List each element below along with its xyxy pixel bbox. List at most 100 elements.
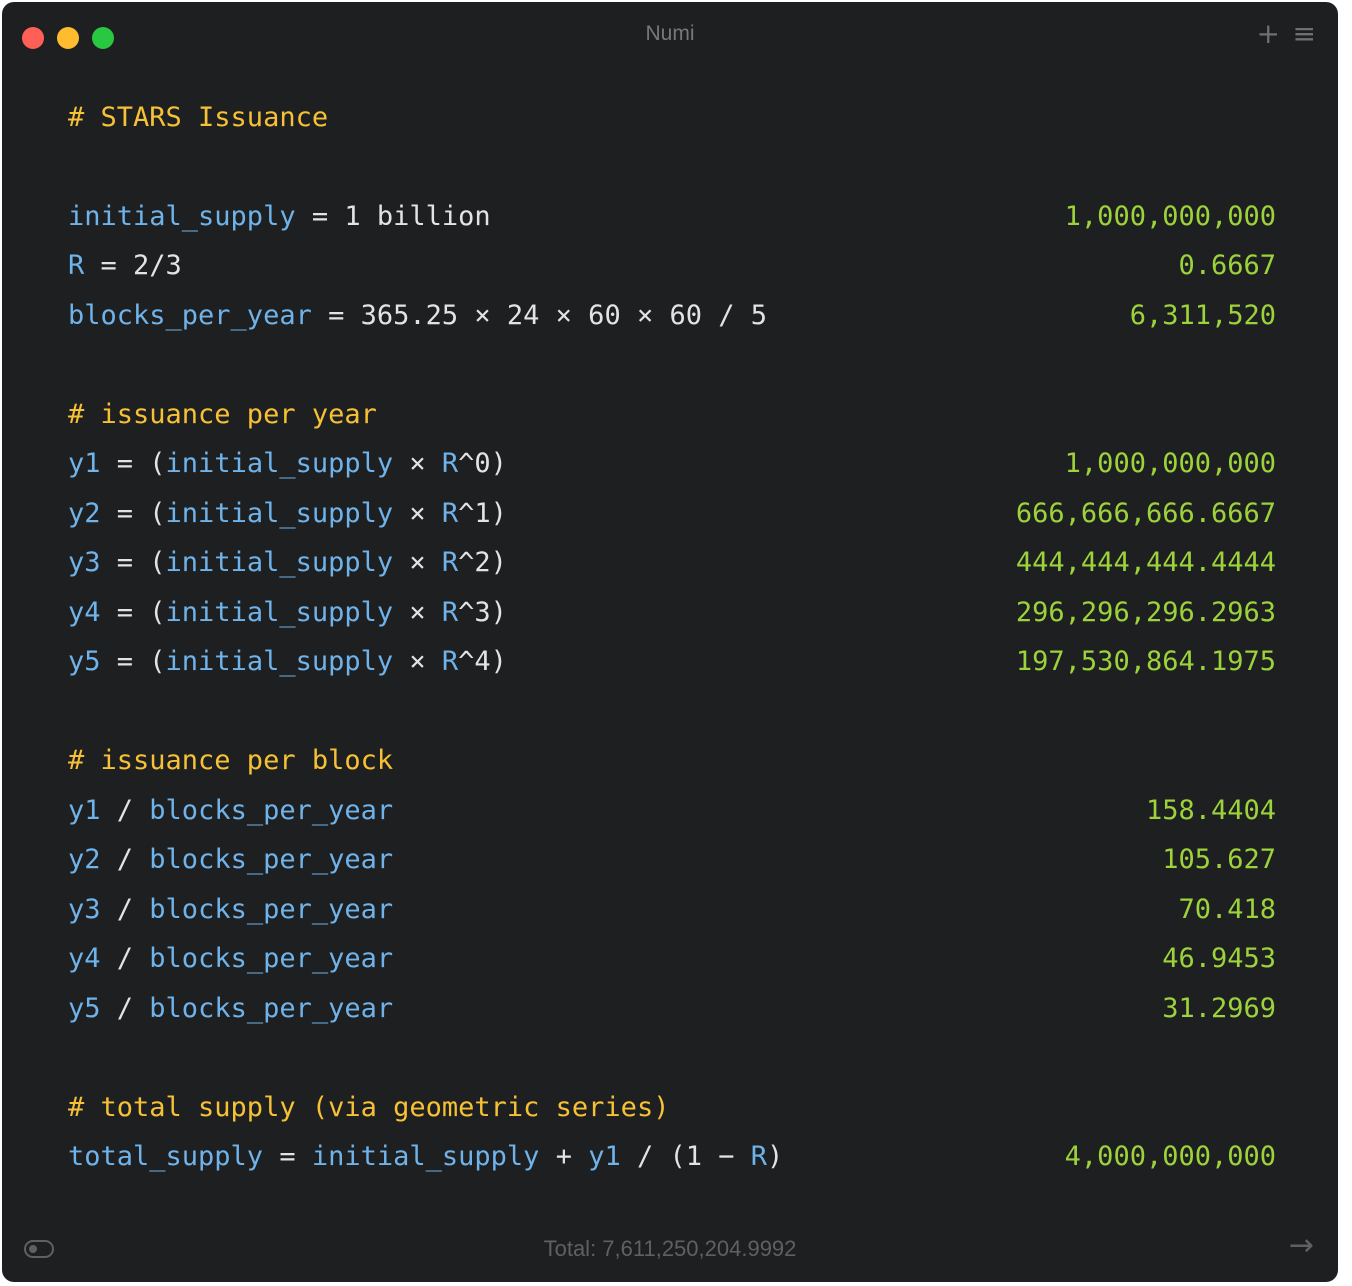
line-result[interactable]: 296,296,296.2963	[1016, 595, 1276, 631]
variable-token: y1	[68, 448, 101, 479]
line-result[interactable]: 70.418	[1178, 892, 1276, 928]
operator-token: ^0)	[458, 448, 507, 479]
line-expression: y1 / blocks_per_year	[68, 793, 393, 829]
operator-token: )	[767, 1141, 784, 1172]
editor-line[interactable]: y4 = (initial_supply × R^3) 296,296,296.2…	[68, 595, 1276, 631]
editor-line[interactable]: y4 / blocks_per_year 46.9453	[68, 941, 1276, 977]
operator-token: ^2)	[458, 547, 507, 578]
editor-line[interactable]: y5 / blocks_per_year 31.2969	[68, 991, 1276, 1027]
variable-token: initial_supply	[165, 498, 394, 529]
footer-bar: Total: 7,611,250,204.9992 →	[2, 1214, 1338, 1282]
line-result[interactable]: 158.4404	[1146, 793, 1276, 829]
line-result[interactable]: 0.6667	[1178, 248, 1276, 284]
operator-token: ×	[393, 547, 442, 578]
line-result[interactable]: 666,666,666.6667	[1016, 496, 1276, 532]
operator-token: ×	[393, 646, 442, 677]
line-expression: y3 / blocks_per_year	[68, 892, 393, 928]
window-title: Numi	[645, 22, 695, 45]
operator-token: =	[263, 1141, 312, 1172]
variable-token: y5	[68, 646, 101, 677]
operator-token: +	[539, 1141, 589, 1172]
line-expression: total_supply = initial_supply + y1 / (1 …	[68, 1139, 783, 1175]
variable-token: R	[441, 498, 459, 529]
line-expression: y4 = (initial_supply × R^3)	[68, 595, 507, 631]
editor-line[interactable]: y2 = (initial_supply × R^1) 666,666,666.6…	[68, 496, 1276, 532]
variable-token: y4	[68, 597, 101, 628]
editor-line[interactable]: initial_supply = 1 billion 1,000,000,000	[68, 199, 1276, 235]
variable-token: R	[441, 547, 459, 578]
editor-line[interactable]: R = 2/3 0.6667	[68, 248, 1276, 284]
operator-token: ×	[393, 597, 442, 628]
operator-token: / (1 −	[620, 1141, 751, 1172]
line-result[interactable]: 105.627	[1162, 842, 1276, 878]
variable-token: blocks_per_year	[149, 993, 394, 1024]
plus-icon[interactable]: +	[1257, 18, 1280, 50]
editor-line[interactable]: y1 / blocks_per_year 158.4404	[68, 793, 1276, 829]
editor-line[interactable]: y5 = (initial_supply × R^4) 197,530,864.1…	[68, 644, 1276, 680]
variable-token: y5	[68, 993, 101, 1024]
editor-line[interactable]: y2 / blocks_per_year 105.627	[68, 842, 1276, 878]
line-expression: y2 / blocks_per_year	[68, 842, 393, 878]
variable-token: blocks_per_year	[149, 795, 394, 826]
arrow-right-icon[interactable]: →	[1289, 1228, 1314, 1263]
operator-token: = (	[100, 498, 166, 529]
editor-line[interactable]: y3 = (initial_supply × R^2) 444,444,444.4…	[68, 545, 1276, 581]
editor-line[interactable]: blocks_per_year = 365.25 × 24 × 60 × 60 …	[68, 298, 1276, 334]
line-result[interactable]: 197,530,864.1975	[1016, 644, 1276, 680]
editor-line[interactable]: # total supply (via geometric series)	[68, 1090, 1276, 1126]
line-expression: # total supply (via geometric series)	[68, 1090, 669, 1126]
operator-token: ×	[393, 498, 442, 529]
editor-line[interactable]: total_supply = initial_supply + y1 / (1 …	[68, 1139, 1276, 1175]
editor-line[interactable]: # issuance per block	[68, 743, 1276, 779]
variable-token: blocks_per_year	[149, 894, 394, 925]
numi-window: Numi + ≡ # STARS Issuance initial_supply …	[2, 2, 1338, 1282]
editor-line[interactable]: y3 / blocks_per_year 70.418	[68, 892, 1276, 928]
variable-token: initial_supply	[165, 547, 394, 578]
line-result[interactable]: 444,444,444.4444	[1016, 545, 1276, 581]
operator-token: /	[100, 844, 150, 875]
line-expression: y5 = (initial_supply × R^4)	[68, 644, 507, 680]
line-result[interactable]: 1,000,000,000	[1065, 446, 1276, 482]
line-result[interactable]: 46.9453	[1162, 941, 1276, 977]
variable-token: R	[441, 597, 459, 628]
editor-line[interactable]: # issuance per year	[68, 397, 1276, 433]
operator-token: /	[100, 993, 150, 1024]
line-result[interactable]: 4,000,000,000	[1065, 1139, 1276, 1175]
line-expression: # STARS Issuance	[68, 100, 328, 136]
title-bar: Numi + ≡	[2, 2, 1338, 68]
line-expression: # issuance per year	[68, 397, 377, 433]
comment-header: # issuance per year	[68, 399, 377, 430]
editor-line[interactable]: y1 = (initial_supply × R^0) 1,000,000,000	[68, 446, 1276, 482]
operator-token: ^4)	[458, 646, 507, 677]
operator-token: /	[100, 795, 150, 826]
line-expression: y2 = (initial_supply × R^1)	[68, 496, 507, 532]
line-expression: # issuance per block	[68, 743, 393, 779]
variable-token: initial_supply	[165, 646, 394, 677]
line-result[interactable]: 31.2969	[1162, 991, 1276, 1027]
variable-token: R	[441, 646, 459, 677]
operator-token: = 2/3	[84, 250, 182, 281]
variable-token: R	[441, 448, 459, 479]
variable-token: R	[750, 1141, 768, 1172]
variable-token: y4	[68, 943, 101, 974]
line-result[interactable]: 1,000,000,000	[1065, 199, 1276, 235]
total-label: Total: 7,611,250,204.9992	[543, 1236, 797, 1261]
variable-token: y1	[68, 795, 101, 826]
variable-token: y2	[68, 844, 101, 875]
operator-token: = (	[100, 448, 166, 479]
variable-token: blocks_per_year	[149, 943, 394, 974]
line-expression: y4 / blocks_per_year	[68, 941, 393, 977]
line-expression: y5 / blocks_per_year	[68, 991, 393, 1027]
line-result[interactable]: 6,311,520	[1130, 298, 1276, 334]
editor-line[interactable]: # STARS Issuance	[68, 100, 1276, 136]
line-expression: initial_supply = 1 billion	[68, 199, 491, 235]
hamburger-menu-icon[interactable]: ≡	[1293, 18, 1316, 50]
variable-token: blocks_per_year	[68, 300, 312, 331]
variable-token: total_supply	[68, 1141, 264, 1172]
line-expression: y3 = (initial_supply × R^2)	[68, 545, 507, 581]
operator-token: ×	[393, 448, 442, 479]
operator-token: = (	[100, 547, 166, 578]
variable-token: initial_supply	[311, 1141, 540, 1172]
line-expression: R = 2/3	[68, 248, 182, 284]
variable-token: y3	[68, 547, 101, 578]
